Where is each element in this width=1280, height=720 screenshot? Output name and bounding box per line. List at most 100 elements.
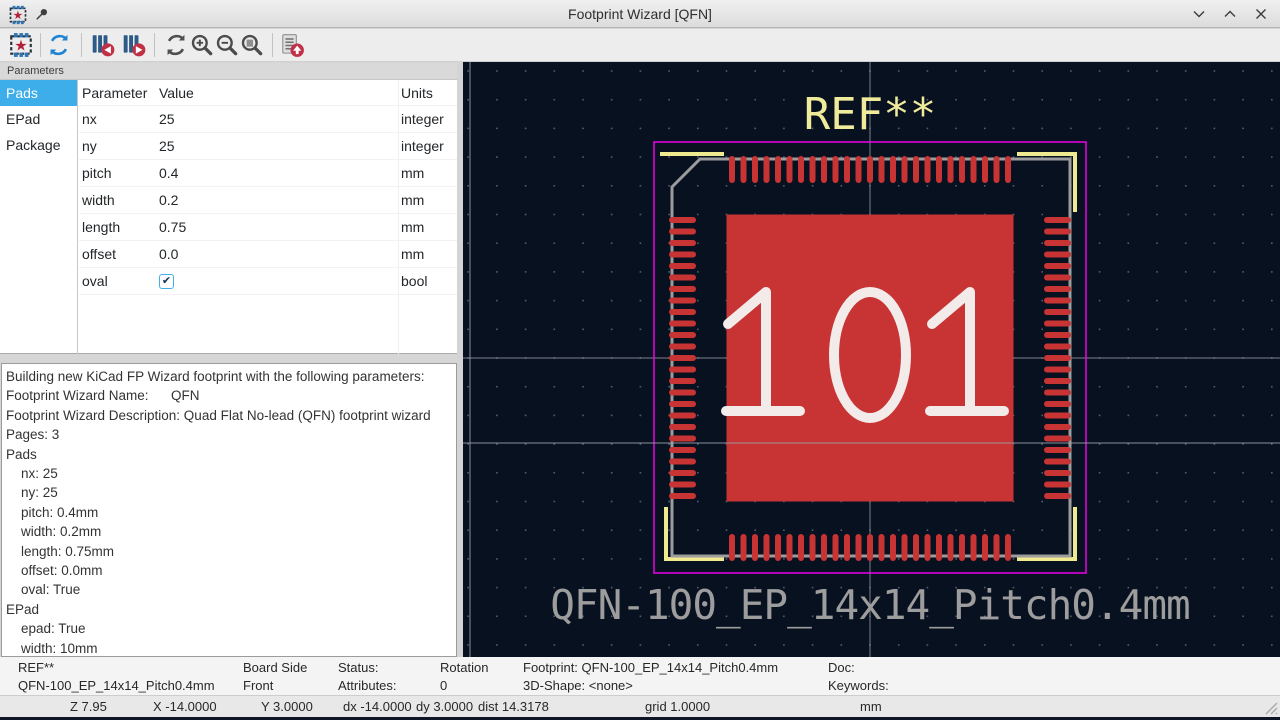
param-row-ny: ny 25 integer xyxy=(79,133,457,160)
log-line: Footprint Wizard Name: QFN xyxy=(6,386,456,405)
log-line: nx: 25 xyxy=(6,464,456,483)
param-row-length: length 0.75 mm xyxy=(79,214,457,241)
param-units: mm xyxy=(401,241,424,268)
doc-label: Doc: xyxy=(828,660,855,675)
maximize-button[interactable] xyxy=(1223,7,1237,21)
param-value[interactable]: 25 xyxy=(159,106,175,133)
value-text: QFN-100_EP_14x14_Pitch0.4mm xyxy=(550,581,1189,629)
param-row-offset: offset 0.0 mm xyxy=(79,241,457,268)
status-label: Status: xyxy=(338,660,378,675)
log-line: width: 10mm xyxy=(6,639,456,657)
next-page-button[interactable] xyxy=(121,32,147,58)
shape3d-value: 3D-Shape: <none> xyxy=(523,678,633,693)
param-name: offset xyxy=(82,241,116,268)
board-side-label: Board Side xyxy=(243,660,307,675)
log-line: width: 0.2mm xyxy=(6,522,456,541)
param-units: mm xyxy=(401,214,424,241)
param-units: integer xyxy=(401,133,444,160)
resize-grip[interactable] xyxy=(1263,700,1278,715)
log-line: EPad xyxy=(6,600,456,619)
param-value[interactable]: 0.2 xyxy=(159,187,178,214)
log-line: epad: True xyxy=(6,619,456,638)
keywords-label: Keywords: xyxy=(828,678,889,693)
status-reference: REF** xyxy=(18,660,54,675)
cursor-dy: dy 3.0000 xyxy=(416,696,473,717)
log-line: Building new KiCad FP Wizard footprint w… xyxy=(6,367,456,386)
param-units: integer xyxy=(401,106,444,133)
log-line: length: 0.75mm xyxy=(6,542,456,561)
param-row-pitch: pitch 0.4 mm xyxy=(79,160,457,187)
parameters-table: Parameter Value Units nx25integerny25int… xyxy=(79,80,457,354)
minimize-button[interactable] xyxy=(1192,7,1206,21)
header-parameter: Parameter xyxy=(82,80,147,106)
param-value[interactable]: 25 xyxy=(159,133,175,160)
wizard-page-pads[interactable]: Pads xyxy=(0,80,77,106)
param-row-width: width 0.2 mm xyxy=(79,187,457,214)
parameters-panel: PadsEPadPackage Parameter Value Units nx… xyxy=(0,80,457,354)
grid-readout: grid 1.0000 xyxy=(645,696,710,717)
log-line: oval: True xyxy=(6,580,456,599)
reference-text: REF** xyxy=(804,89,936,140)
param-units: mm xyxy=(401,187,424,214)
log-line: Pages: 3 xyxy=(6,425,456,444)
toolbar-separator xyxy=(40,33,41,57)
zoom-to-fit-button[interactable] xyxy=(239,32,265,58)
wizard-log-panel: Building new KiCad FP Wizard footprint w… xyxy=(1,363,457,657)
previous-page-button[interactable] xyxy=(90,32,116,58)
param-name: oval xyxy=(82,268,108,295)
refresh-view-button[interactable] xyxy=(163,32,189,58)
param-units: bool xyxy=(401,268,427,295)
cursor-y: Y 3.0000 xyxy=(261,696,313,717)
title-bar[interactable]: ★ Footprint Wizard [QFN] xyxy=(0,0,1280,28)
header-units: Units xyxy=(401,80,433,106)
footprint-wizard-window: ★ Footprint Wizard [QFN] ★ xyxy=(0,0,1280,720)
log-line: Pads xyxy=(6,445,456,464)
param-checkbox-oval[interactable]: ✔ xyxy=(159,274,174,289)
board-side-value: Front xyxy=(243,678,273,693)
close-button[interactable] xyxy=(1254,7,1268,21)
param-value[interactable]: 0.4 xyxy=(159,160,178,187)
column-grid-line xyxy=(398,80,399,354)
log-line: Footprint Wizard Description: Quad Flat … xyxy=(6,406,456,425)
param-name: ny xyxy=(82,133,97,160)
toolbar-separator xyxy=(272,33,273,57)
zoom-readout: Z 7.95 xyxy=(70,696,107,717)
param-value[interactable]: 0.0 xyxy=(159,241,178,268)
units-readout: mm xyxy=(860,696,882,717)
param-name: pitch xyxy=(82,160,112,187)
svg-text:★: ★ xyxy=(14,37,28,54)
wizard-page-package[interactable]: Package xyxy=(0,132,77,158)
cursor-dist: dist 14.3178 xyxy=(478,696,549,717)
attributes-label: Attributes: xyxy=(338,678,397,693)
update-footprint-button[interactable] xyxy=(46,32,72,58)
select-footprint-wizard-button[interactable]: ★ xyxy=(8,32,34,58)
parameters-caption: Parameters xyxy=(0,63,457,80)
status-footprint: Footprint: QFN-100_EP_14x14_Pitch0.4mm xyxy=(523,660,778,675)
zoom-in-button[interactable] xyxy=(189,32,215,58)
zoom-out-button[interactable] xyxy=(214,32,240,58)
window-title: Footprint Wizard [QFN] xyxy=(0,0,1280,28)
parameters-table-header: Parameter Value Units xyxy=(79,80,457,106)
toolbar-separator xyxy=(81,33,82,57)
param-value[interactable]: 0.75 xyxy=(159,214,186,241)
footprint-canvas[interactable]: REF** QFN-100_EP_14x14_Pitch0.4mm xyxy=(463,62,1280,657)
cursor-x: X -14.0000 xyxy=(153,696,217,717)
status-value: QFN-100_EP_14x14_Pitch0.4mm xyxy=(18,678,215,693)
param-units: mm xyxy=(401,160,424,187)
rotation-label: Rotation xyxy=(440,660,488,675)
main-toolbar: ★ xyxy=(0,29,1280,62)
wizard-page-epad[interactable]: EPad xyxy=(0,106,77,132)
wizard-page-list: PadsEPadPackage xyxy=(0,80,78,354)
rotation-value: 0 xyxy=(440,678,447,693)
cursor-dx: dx -14.0000 xyxy=(343,696,412,717)
param-name: width xyxy=(82,187,115,214)
param-name: length xyxy=(82,214,120,241)
cursor-position-bar: Z 7.95 X -14.0000 Y 3.0000 dx -14.0000 d… xyxy=(0,695,1280,717)
footprint-status-panel: REF** Board Side Status: Rotation Footpr… xyxy=(0,657,1280,695)
log-line: offset: 0.0mm xyxy=(6,561,456,580)
param-row-oval: oval ✔ bool xyxy=(79,268,457,295)
param-row-nx: nx25integer xyxy=(79,106,457,133)
export-footprint-button[interactable] xyxy=(279,32,305,58)
log-line: ny: 25 xyxy=(6,483,456,502)
toolbar-separator xyxy=(154,33,155,57)
